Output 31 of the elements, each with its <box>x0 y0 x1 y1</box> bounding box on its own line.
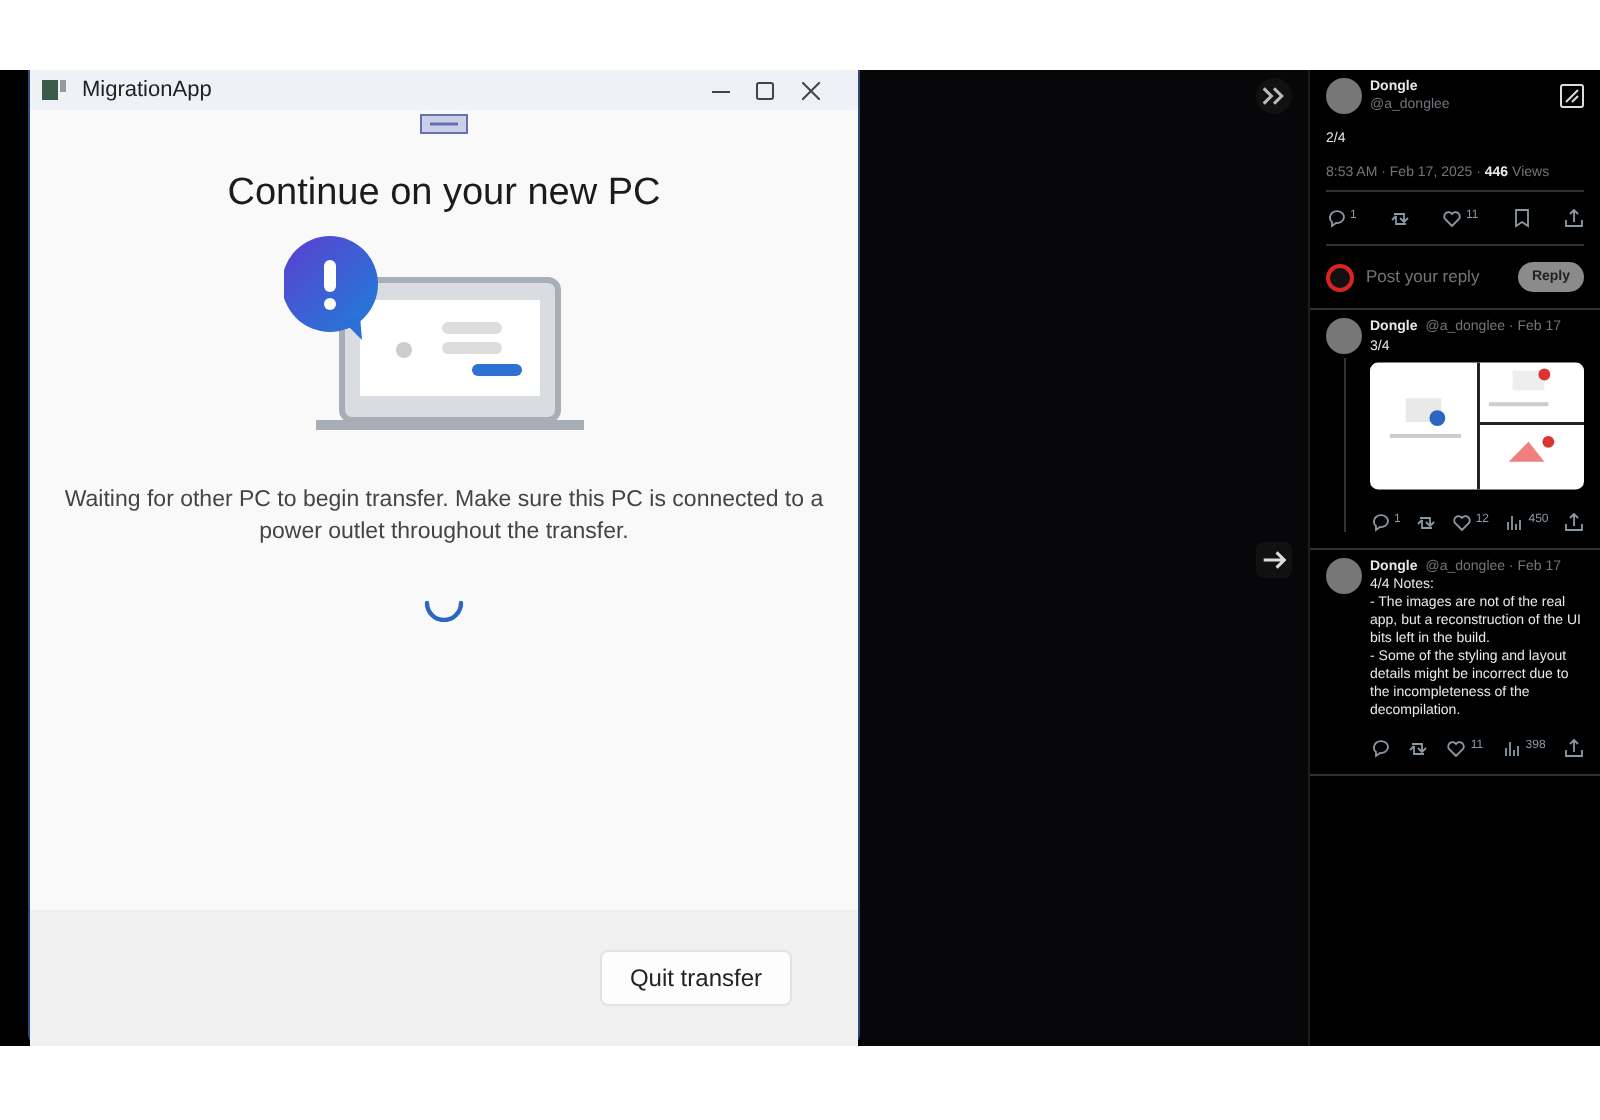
avatar <box>1326 557 1362 594</box>
views-icon[interactable] <box>1504 511 1525 532</box>
maximize-icon[interactable] <box>756 81 774 99</box>
like-icon[interactable] <box>1446 737 1467 757</box>
close-icon <box>801 82 819 101</box>
device-icon <box>420 114 468 134</box>
quit-transfer-button[interactable]: Quit transfer <box>599 950 792 1006</box>
avatar <box>1326 263 1354 292</box>
reply-input[interactable]: Post your reply <box>1362 264 1510 291</box>
reply-icon[interactable] <box>1370 737 1390 757</box>
repost-icon[interactable] <box>1408 737 1429 757</box>
avatar <box>1326 318 1362 355</box>
loading-spinner <box>424 599 464 622</box>
bookmark-icon[interactable] <box>1511 208 1532 229</box>
collapse-icon[interactable] <box>1256 78 1292 114</box>
repost-icon[interactable] <box>1416 511 1437 532</box>
repost-icon[interactable] <box>1389 208 1410 229</box>
heading: Continue on your new PC <box>227 170 661 218</box>
reply-icon[interactable] <box>1370 511 1390 532</box>
app-icon <box>42 80 66 100</box>
like-icon[interactable] <box>1451 511 1472 532</box>
share-icon[interactable] <box>1563 511 1584 532</box>
share-icon[interactable] <box>1563 208 1584 229</box>
reply-icon[interactable] <box>1326 208 1346 229</box>
views-icon[interactable] <box>1501 737 1522 757</box>
share-icon[interactable] <box>1564 737 1584 757</box>
status-message: Waiting for other PC to begin transfer. Make sure this PC is connected to a power outlet throughout the transfer. <box>64 485 824 548</box>
avatar <box>1326 78 1362 115</box>
arrow-right-icon[interactable] <box>1256 542 1292 578</box>
window-title: MigrationApp <box>82 75 212 106</box>
like-icon[interactable] <box>1442 208 1463 229</box>
